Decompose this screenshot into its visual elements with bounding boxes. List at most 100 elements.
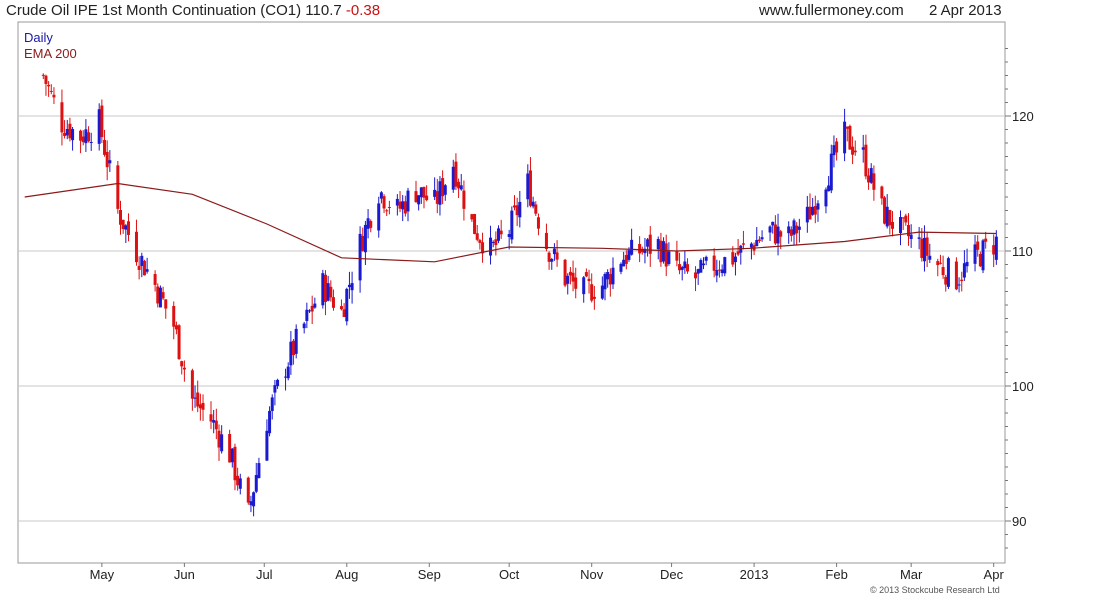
candle-body: [720, 269, 724, 274]
x-tick-label: Jul: [256, 567, 273, 582]
candle-body: [470, 214, 474, 220]
candle-body: [512, 205, 516, 208]
plot-frame: [17, 21, 1006, 564]
candle-body: [156, 286, 160, 304]
candle-body: [883, 197, 887, 224]
candle-body: [47, 84, 51, 87]
candle-body: [459, 185, 463, 190]
candle-body: [938, 262, 942, 264]
candle-body: [712, 255, 716, 271]
candle-body: [126, 221, 130, 235]
candle-body: [992, 245, 996, 255]
candle-body: [944, 276, 948, 285]
candle-body: [310, 305, 314, 312]
x-tick-label: May: [90, 567, 115, 582]
candle-body: [228, 434, 232, 463]
candle-body: [976, 241, 980, 250]
candle-body: [811, 206, 815, 215]
candle-body: [861, 147, 865, 150]
candle-body: [571, 272, 575, 282]
candle-body: [733, 256, 737, 263]
candle-body: [829, 153, 833, 191]
candle-body: [904, 215, 908, 223]
candle-body: [827, 185, 831, 192]
candle-body: [656, 238, 660, 250]
candle-body: [891, 221, 895, 229]
candle-body: [140, 255, 144, 266]
candle-body: [832, 145, 836, 156]
candle-body: [406, 190, 410, 212]
candle-body: [622, 259, 626, 267]
candle-body: [433, 189, 437, 197]
candle-body: [662, 241, 666, 262]
candle-body: [965, 261, 969, 267]
candle-body: [350, 283, 354, 291]
candle-body: [920, 238, 924, 258]
candle-body: [462, 190, 466, 209]
candle-body: [97, 109, 101, 144]
candle-body: [824, 189, 828, 207]
candle-body: [973, 244, 977, 264]
candle-body: [321, 273, 325, 306]
candle-body: [145, 269, 149, 272]
candle-body: [555, 252, 559, 260]
candle-body: [797, 226, 801, 230]
candle-body: [683, 261, 687, 269]
candle-body: [292, 340, 296, 356]
candle-body: [63, 132, 67, 136]
candle-body: [379, 192, 383, 199]
candle-body: [201, 402, 205, 410]
candle-body: [667, 251, 671, 264]
site-link[interactable]: www.fullermoney.com: [759, 2, 904, 19]
candle-body: [749, 243, 753, 248]
candle-body: [723, 257, 727, 274]
candle-body: [52, 94, 56, 98]
candle-body: [422, 186, 426, 198]
candle-body: [715, 270, 719, 276]
candle-body: [193, 397, 197, 399]
candle-body: [190, 370, 194, 399]
candle-body: [276, 379, 280, 387]
candle-body: [574, 277, 578, 289]
candle-body: [954, 261, 958, 290]
candle-body: [382, 196, 386, 209]
candle-body: [286, 366, 290, 379]
x-tick-label: Nov: [580, 567, 604, 582]
candle-body: [587, 278, 591, 282]
candle-body: [265, 430, 269, 461]
candle-body: [361, 235, 365, 251]
candle-body: [678, 264, 682, 271]
candle-body: [630, 239, 634, 255]
candle-body: [816, 203, 820, 210]
candle-body: [795, 225, 799, 234]
candle-body: [454, 161, 458, 187]
candle-body: [65, 129, 69, 136]
candle-body: [401, 201, 405, 210]
candle-body: [475, 233, 479, 240]
candle-body: [230, 448, 234, 463]
candle-body: [366, 218, 370, 229]
candle-body: [41, 74, 45, 76]
candle-body: [694, 272, 698, 279]
candle-body: [249, 501, 253, 506]
candle-body: [606, 272, 610, 280]
candle-body: [473, 214, 477, 234]
candle-body: [702, 263, 706, 266]
candle-body: [864, 144, 868, 177]
y-tick-label: 90: [1012, 514, 1026, 529]
candle-body: [71, 129, 75, 141]
candle-body: [755, 239, 759, 247]
candle-body: [270, 397, 274, 412]
y-tick-label: 110: [1012, 244, 1033, 259]
candle-body: [246, 477, 250, 503]
candle-body: [108, 160, 112, 164]
candle-body: [568, 271, 572, 276]
candle-body: [499, 230, 503, 235]
candle-body: [550, 259, 554, 262]
candle-body: [515, 205, 519, 216]
candle-body: [79, 130, 83, 141]
candle-body: [254, 475, 258, 492]
candle-body: [395, 198, 399, 206]
candle-body: [928, 255, 932, 260]
candle-body: [789, 229, 793, 236]
